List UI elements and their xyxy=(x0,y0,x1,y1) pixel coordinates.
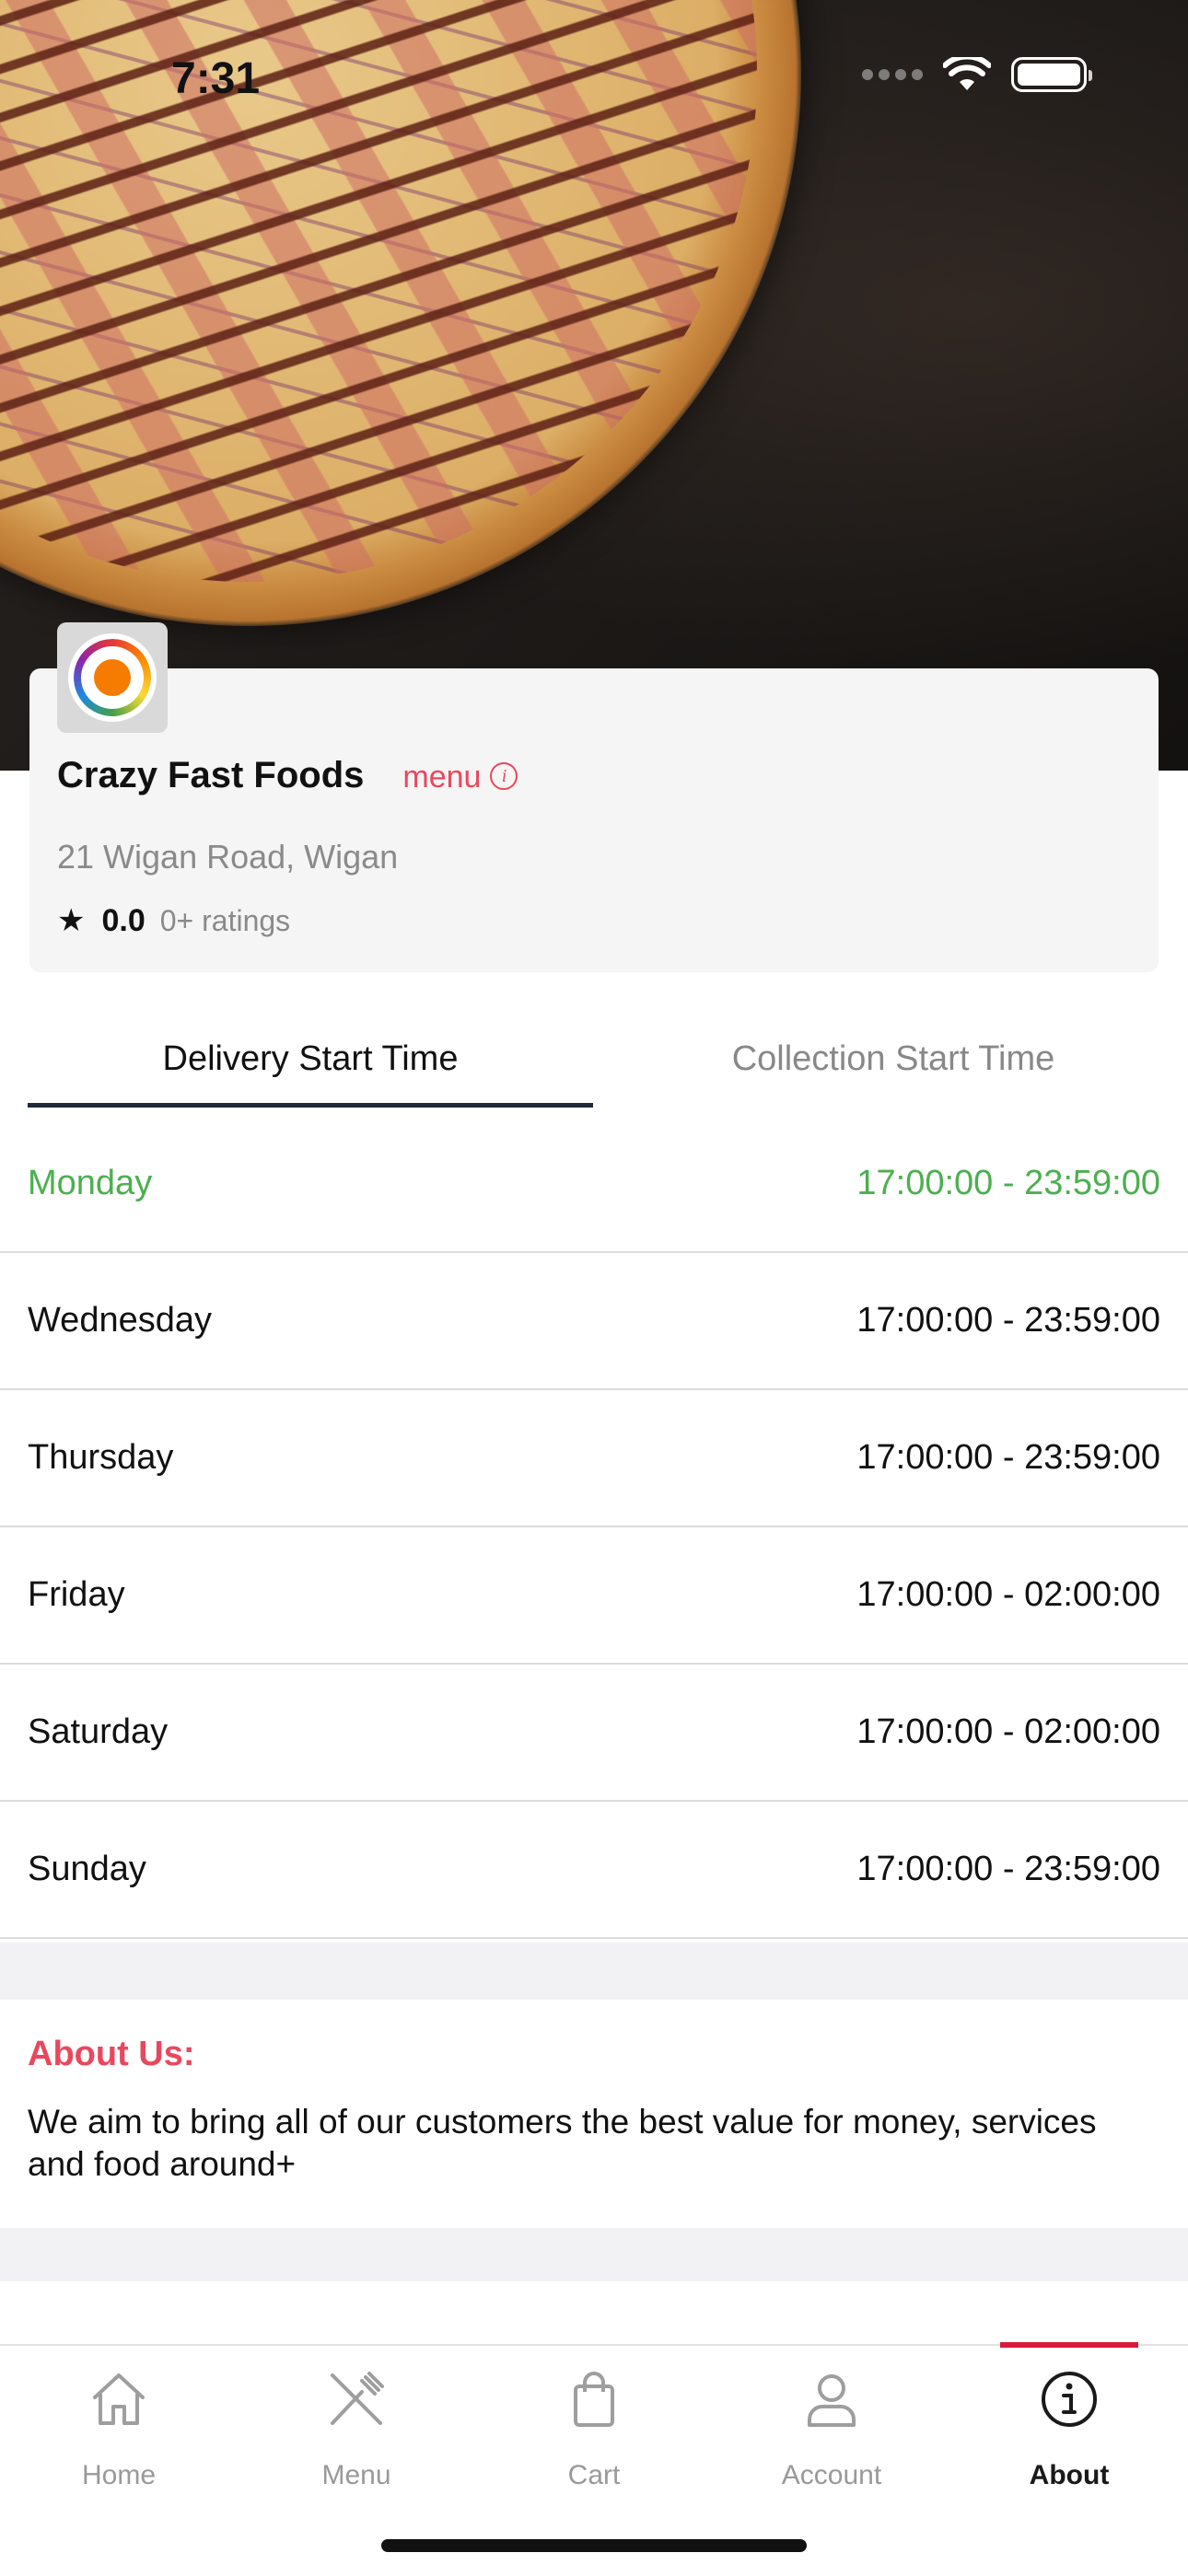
nav-cart[interactable]: Cart xyxy=(475,2346,713,2493)
shopping-bag-icon xyxy=(574,2372,614,2427)
day-label: Thursday xyxy=(28,1438,174,1477)
time-range: 17:00:00 - 23:59:00 xyxy=(856,1438,1160,1477)
section-divider xyxy=(0,1943,1188,2000)
nav-label: About xyxy=(1029,2460,1110,2490)
restaurant-card: Crazy Fast Foods menu i 21 Wigan Road, W… xyxy=(29,622,1159,972)
day-label: Monday xyxy=(28,1164,153,1202)
home-indicator[interactable] xyxy=(381,2539,807,2552)
opening-hours-list: Monday 17:00:00 - 23:59:00 Wednesday 17:… xyxy=(0,1116,1188,1939)
time-range: 17:00:00 - 02:00:00 xyxy=(856,1575,1160,1614)
nav-menu[interactable]: Menu xyxy=(238,2346,475,2493)
restaurant-address: 21 Wigan Road, Wigan xyxy=(57,838,399,876)
info-icon[interactable]: i xyxy=(490,762,518,790)
battery-icon xyxy=(1011,57,1092,92)
restaurant-name: Crazy Fast Foods xyxy=(57,755,365,795)
status-icons xyxy=(862,57,1092,92)
rating-value: 0.0 xyxy=(101,902,146,938)
restaurant-logo xyxy=(57,622,168,733)
hours-row-thursday: Thursday 17:00:00 - 23:59:00 xyxy=(0,1390,1188,1527)
home-icon xyxy=(93,2373,145,2425)
section-divider xyxy=(0,2228,1188,2281)
rating-count: 0+ ratings xyxy=(159,903,291,937)
menu-link[interactable]: menu xyxy=(402,760,481,795)
nav-home[interactable]: Home xyxy=(0,2346,238,2493)
nav-account[interactable]: Account xyxy=(713,2346,950,2493)
nav-label: Cart xyxy=(567,2460,621,2490)
hours-row-monday: Monday 17:00:00 - 23:59:00 xyxy=(0,1116,1188,1253)
about-section: About Us: We aim to bring all of our cus… xyxy=(0,2000,1188,2228)
time-range: 17:00:00 - 02:00:00 xyxy=(856,1712,1160,1751)
rating-row: ★ 0.0 0+ ratings xyxy=(57,902,290,939)
pizza-toppings xyxy=(0,0,757,582)
hours-row-sunday: Sunday 17:00:00 - 23:59:00 xyxy=(0,1802,1188,1939)
hero-image: 7:31 xyxy=(0,0,1188,771)
tab-collection-start-time[interactable]: Collection Start Time xyxy=(617,1024,1170,1103)
hours-row-wednesday: Wednesday 17:00:00 - 23:59:00 xyxy=(0,1253,1188,1390)
nav-label: Home xyxy=(81,2460,157,2490)
star-icon: ★ xyxy=(57,903,86,938)
day-label: Friday xyxy=(28,1575,125,1614)
wifi-icon xyxy=(943,57,991,90)
nav-about[interactable]: About xyxy=(950,2346,1188,2493)
day-label: Wednesday xyxy=(28,1301,212,1340)
time-range: 17:00:00 - 23:59:00 xyxy=(856,1301,1160,1340)
time-range: 17:00:00 - 23:59:00 xyxy=(856,1850,1160,1888)
nav-label: Menu xyxy=(321,2460,391,2490)
cellular-signal-icon xyxy=(862,69,923,80)
nav-label: Account xyxy=(781,2460,882,2490)
user-icon xyxy=(808,2374,856,2427)
status-time: 7:31 xyxy=(171,54,261,103)
about-text: We aim to bring all of our customers the… xyxy=(28,2103,1097,2183)
tab-delivery-start-time[interactable]: Delivery Start Time xyxy=(28,1024,593,1108)
day-label: Saturday xyxy=(28,1712,169,1751)
day-label: Sunday xyxy=(28,1850,146,1888)
fork-knife-icon xyxy=(331,2372,384,2425)
time-range: 17:00:00 - 23:59:00 xyxy=(856,1164,1160,1202)
hours-row-saturday: Saturday 17:00:00 - 02:00:00 xyxy=(0,1665,1188,1802)
hours-row-friday: Friday 17:00:00 - 02:00:00 xyxy=(0,1527,1188,1665)
info-icon xyxy=(1042,2372,1097,2427)
schedule-tabs: Delivery Start Time Collection Start Tim… xyxy=(28,1024,1160,1108)
about-title: About Us: xyxy=(28,2035,195,2073)
